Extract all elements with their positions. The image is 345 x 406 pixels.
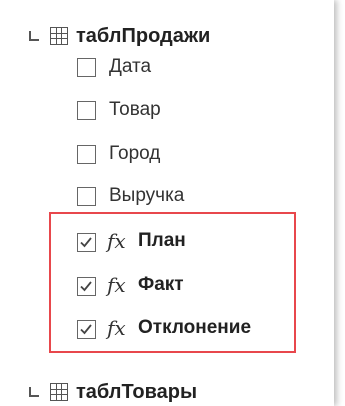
collapse-icon[interactable]: [29, 387, 39, 397]
field-item-gorod[interactable]: Город: [0, 143, 330, 185]
checkmark-icon: [80, 237, 92, 248]
measure-label: План: [138, 230, 186, 251]
field-item-tovar[interactable]: Товар: [0, 99, 330, 141]
field-checkbox-checked[interactable]: [77, 320, 96, 339]
field-item-data[interactable]: Дата: [0, 56, 330, 98]
measure-label: Факт: [138, 274, 184, 295]
field-checkbox[interactable]: [77, 101, 96, 120]
measure-item-fakt[interactable]: fx Факт: [0, 273, 330, 317]
field-label: Город: [109, 143, 161, 164]
fx-icon: fx: [107, 316, 126, 340]
field-checkbox-checked[interactable]: [77, 277, 96, 296]
field-label: Товар: [109, 99, 161, 120]
measure-item-plan[interactable]: fx План: [0, 229, 330, 273]
field-label: Выручка: [109, 185, 185, 206]
table-icon: [50, 27, 68, 45]
field-list-panel: таблПродажи Дата Товар Город Выручка fx …: [0, 0, 334, 406]
field-checkbox[interactable]: [77, 145, 96, 164]
measure-item-otklonenie[interactable]: fx Отклонение: [0, 316, 330, 360]
table-name: таблТовары: [76, 381, 198, 403]
checkmark-icon: [80, 324, 92, 335]
measure-label: Отклонение: [138, 317, 252, 338]
field-label: Дата: [109, 56, 152, 77]
field-checkbox[interactable]: [77, 58, 96, 77]
collapse-icon[interactable]: [29, 31, 39, 41]
table-icon: [50, 383, 68, 401]
checkmark-icon: [80, 281, 92, 292]
field-checkbox[interactable]: [77, 187, 96, 206]
field-item-vyruchka[interactable]: Выручка: [0, 185, 330, 227]
fx-icon: fx: [107, 273, 126, 297]
fx-icon: fx: [107, 229, 126, 253]
field-checkbox-checked[interactable]: [77, 233, 96, 252]
table-name: таблПродажи: [76, 25, 211, 47]
